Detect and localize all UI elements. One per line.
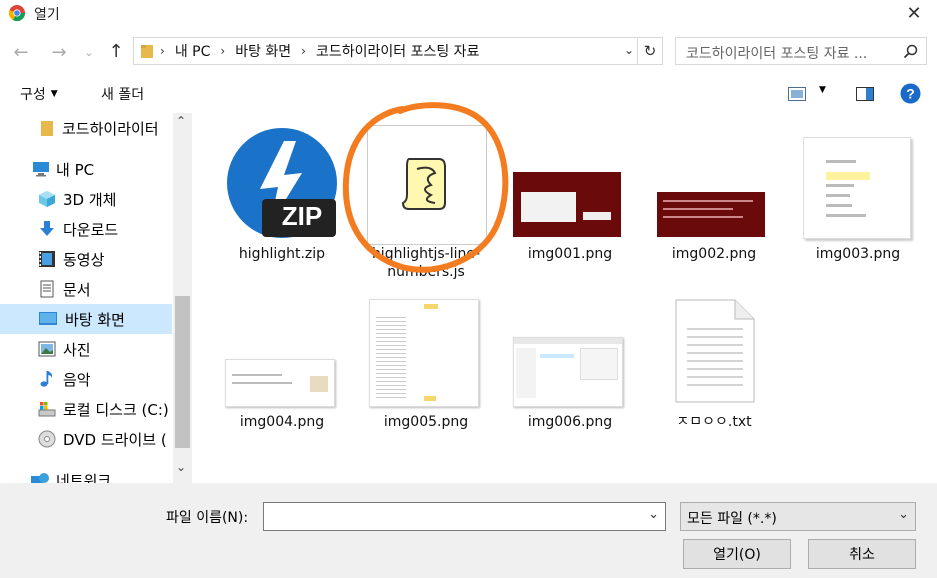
sidebar-item-downloads[interactable]: 다운로드 — [0, 214, 172, 244]
file-list: ZIP highlight.zip highlightjs-line-numbe… — [193, 102, 937, 483]
scrollbar-thumb[interactable] — [175, 296, 190, 448]
recent-locations-button[interactable]: ⌄ — [80, 39, 98, 65]
preview-pane-icon[interactable] — [856, 87, 874, 101]
sidebar-item-this-pc[interactable]: 내 PC — [0, 154, 172, 184]
svg-text:?: ? — [906, 86, 915, 102]
file-name: ㅈㅁㅇㅇ.txt — [676, 414, 752, 430]
file-name: img004.png — [239, 414, 325, 430]
sidebar-item-network[interactable]: 네트워크 — [0, 465, 172, 483]
chevron-down-icon[interactable]: ⌄ — [648, 507, 659, 522]
breadcrumb-separator: › — [160, 44, 165, 58]
file-name: img002.png — [671, 246, 757, 262]
sidebar-item-documents[interactable]: 문서 — [0, 274, 172, 304]
image-thumbnail — [513, 172, 621, 237]
file-name: highlight.zip — [238, 246, 326, 262]
sidebar-item-videos[interactable]: 동영상 — [0, 244, 172, 274]
back-button[interactable]: ← — [8, 39, 34, 65]
file-item[interactable]: ZIP highlight.zip — [217, 113, 347, 273]
search-input[interactable]: 코드하이라이터 포스팅 자료 ... — [686, 43, 867, 63]
close-icon: ✕ — [906, 2, 922, 24]
sidebar-item-music[interactable]: 음악 — [0, 364, 172, 394]
view-options-icon[interactable] — [788, 87, 806, 101]
scroll-down-icon[interactable]: ⌄ — [176, 460, 186, 474]
music-icon — [40, 371, 53, 387]
file-item[interactable]: img004.png — [217, 283, 347, 443]
sidebar-item-code-folder[interactable]: 코드하이라이터 — [0, 113, 172, 143]
chevron-down-icon: ⌄ — [84, 45, 94, 59]
address-bar[interactable]: › 내 PC › 바탕 화면 › 코드하이라이터 포스팅 자료 ⌄ ↻ — [133, 37, 663, 65]
file-item[interactable]: img003.png — [793, 113, 923, 273]
navigation-pane: 코드하이라이터 내 PC 3D 개체 다운로드 동영상 문서 바탕 화면 사진 … — [0, 113, 192, 483]
file-item[interactable]: ㅈㅁㅇㅇ.txt — [649, 283, 779, 443]
document-icon — [40, 280, 54, 298]
text-file-icon — [675, 299, 755, 403]
dvd-icon — [38, 430, 56, 448]
address-dropdown-icon[interactable]: ⌄ — [624, 43, 634, 57]
file-name: img006.png — [527, 414, 613, 430]
sidebar-item-desktop[interactable]: 바탕 화면 — [0, 304, 172, 334]
up-button[interactable]: ↑ — [103, 38, 129, 64]
sidebar-item-dvd-drive[interactable]: DVD 드라이브 ( — [0, 424, 172, 454]
forward-button[interactable]: → — [46, 39, 72, 65]
zip-badge-label: ZIP — [281, 201, 323, 231]
filename-field[interactable]: ⌄ — [263, 502, 666, 531]
title-bar: 열기 ✕ — [0, 0, 937, 26]
sidebar-item-3d-objects[interactable]: 3D 개체 — [0, 184, 172, 214]
file-item[interactable]: img002.png — [649, 113, 779, 273]
cube-icon — [39, 191, 55, 207]
dropdown-triangle-icon: ▼ — [50, 89, 58, 99]
breadcrumb-desktop[interactable]: 바탕 화면 — [231, 41, 295, 61]
arrow-up-icon: ↑ — [108, 40, 124, 62]
disk-icon — [38, 402, 56, 417]
breadcrumb-current-folder[interactable]: 코드하이라이터 포스팅 자료 — [312, 41, 483, 61]
file-type-select[interactable]: 모든 파일 (*.*) ⌄ — [680, 502, 916, 531]
image-thumbnail — [513, 337, 623, 407]
dialog-footer: 파일 이름(N): ⌄ 모든 파일 (*.*) ⌄ 열기(O) 취소 — [0, 483, 937, 578]
chrome-icon — [8, 5, 26, 22]
open-button[interactable]: 열기(O) — [683, 539, 791, 569]
file-item[interactable]: img005.png — [361, 283, 491, 443]
refresh-icon[interactable]: ↻ — [637, 38, 662, 64]
cancel-button[interactable]: 취소 — [808, 539, 916, 569]
folder-icon — [41, 121, 53, 136]
picture-icon — [38, 341, 56, 357]
arrow-left-icon: ← — [13, 41, 29, 63]
search-icon[interactable] — [903, 44, 918, 59]
image-thumbnail — [369, 299, 479, 407]
close-button[interactable]: ✕ — [891, 0, 937, 26]
breadcrumb-pc[interactable]: 내 PC — [171, 41, 215, 61]
highlight-annotation-circle — [342, 102, 509, 273]
new-folder-button[interactable]: 새 폴더 — [101, 84, 144, 104]
view-dropdown-icon[interactable]: ▼ — [819, 85, 826, 95]
file-item[interactable]: img001.png — [505, 113, 635, 273]
file-name: img005.png — [383, 414, 469, 430]
search-box[interactable]: 코드하이라이터 포스팅 자료 ... — [675, 37, 927, 65]
image-thumbnail — [225, 359, 335, 407]
sidebar-item-local-disk[interactable]: 로컬 디스크 (C:) — [0, 394, 172, 424]
arrow-right-icon: → — [51, 41, 67, 63]
image-thumbnail — [657, 192, 765, 237]
breadcrumb-separator: › — [301, 44, 306, 58]
chevron-down-icon: ⌄ — [898, 507, 909, 522]
file-name: img001.png — [527, 246, 613, 262]
filename-label: 파일 이름(N): — [166, 510, 249, 526]
network-icon — [31, 473, 49, 483]
download-icon — [40, 221, 54, 236]
folder-icon — [141, 45, 153, 58]
window-title: 열기 — [34, 7, 60, 23]
organize-button[interactable]: 구성 ▼ — [20, 84, 58, 104]
video-icon — [39, 251, 55, 267]
file-type-value: 모든 파일 (*.*) — [687, 511, 777, 527]
image-thumbnail — [803, 137, 911, 239]
desktop-icon — [39, 312, 57, 325]
file-name: img003.png — [815, 246, 901, 262]
breadcrumb-separator: › — [220, 44, 226, 58]
pc-icon — [33, 162, 49, 177]
help-icon[interactable]: ? — [900, 83, 921, 104]
scroll-up-icon[interactable]: ⌃ — [176, 114, 186, 128]
sidebar-item-pictures[interactable]: 사진 — [0, 334, 172, 364]
file-item[interactable]: img006.png — [505, 283, 635, 443]
